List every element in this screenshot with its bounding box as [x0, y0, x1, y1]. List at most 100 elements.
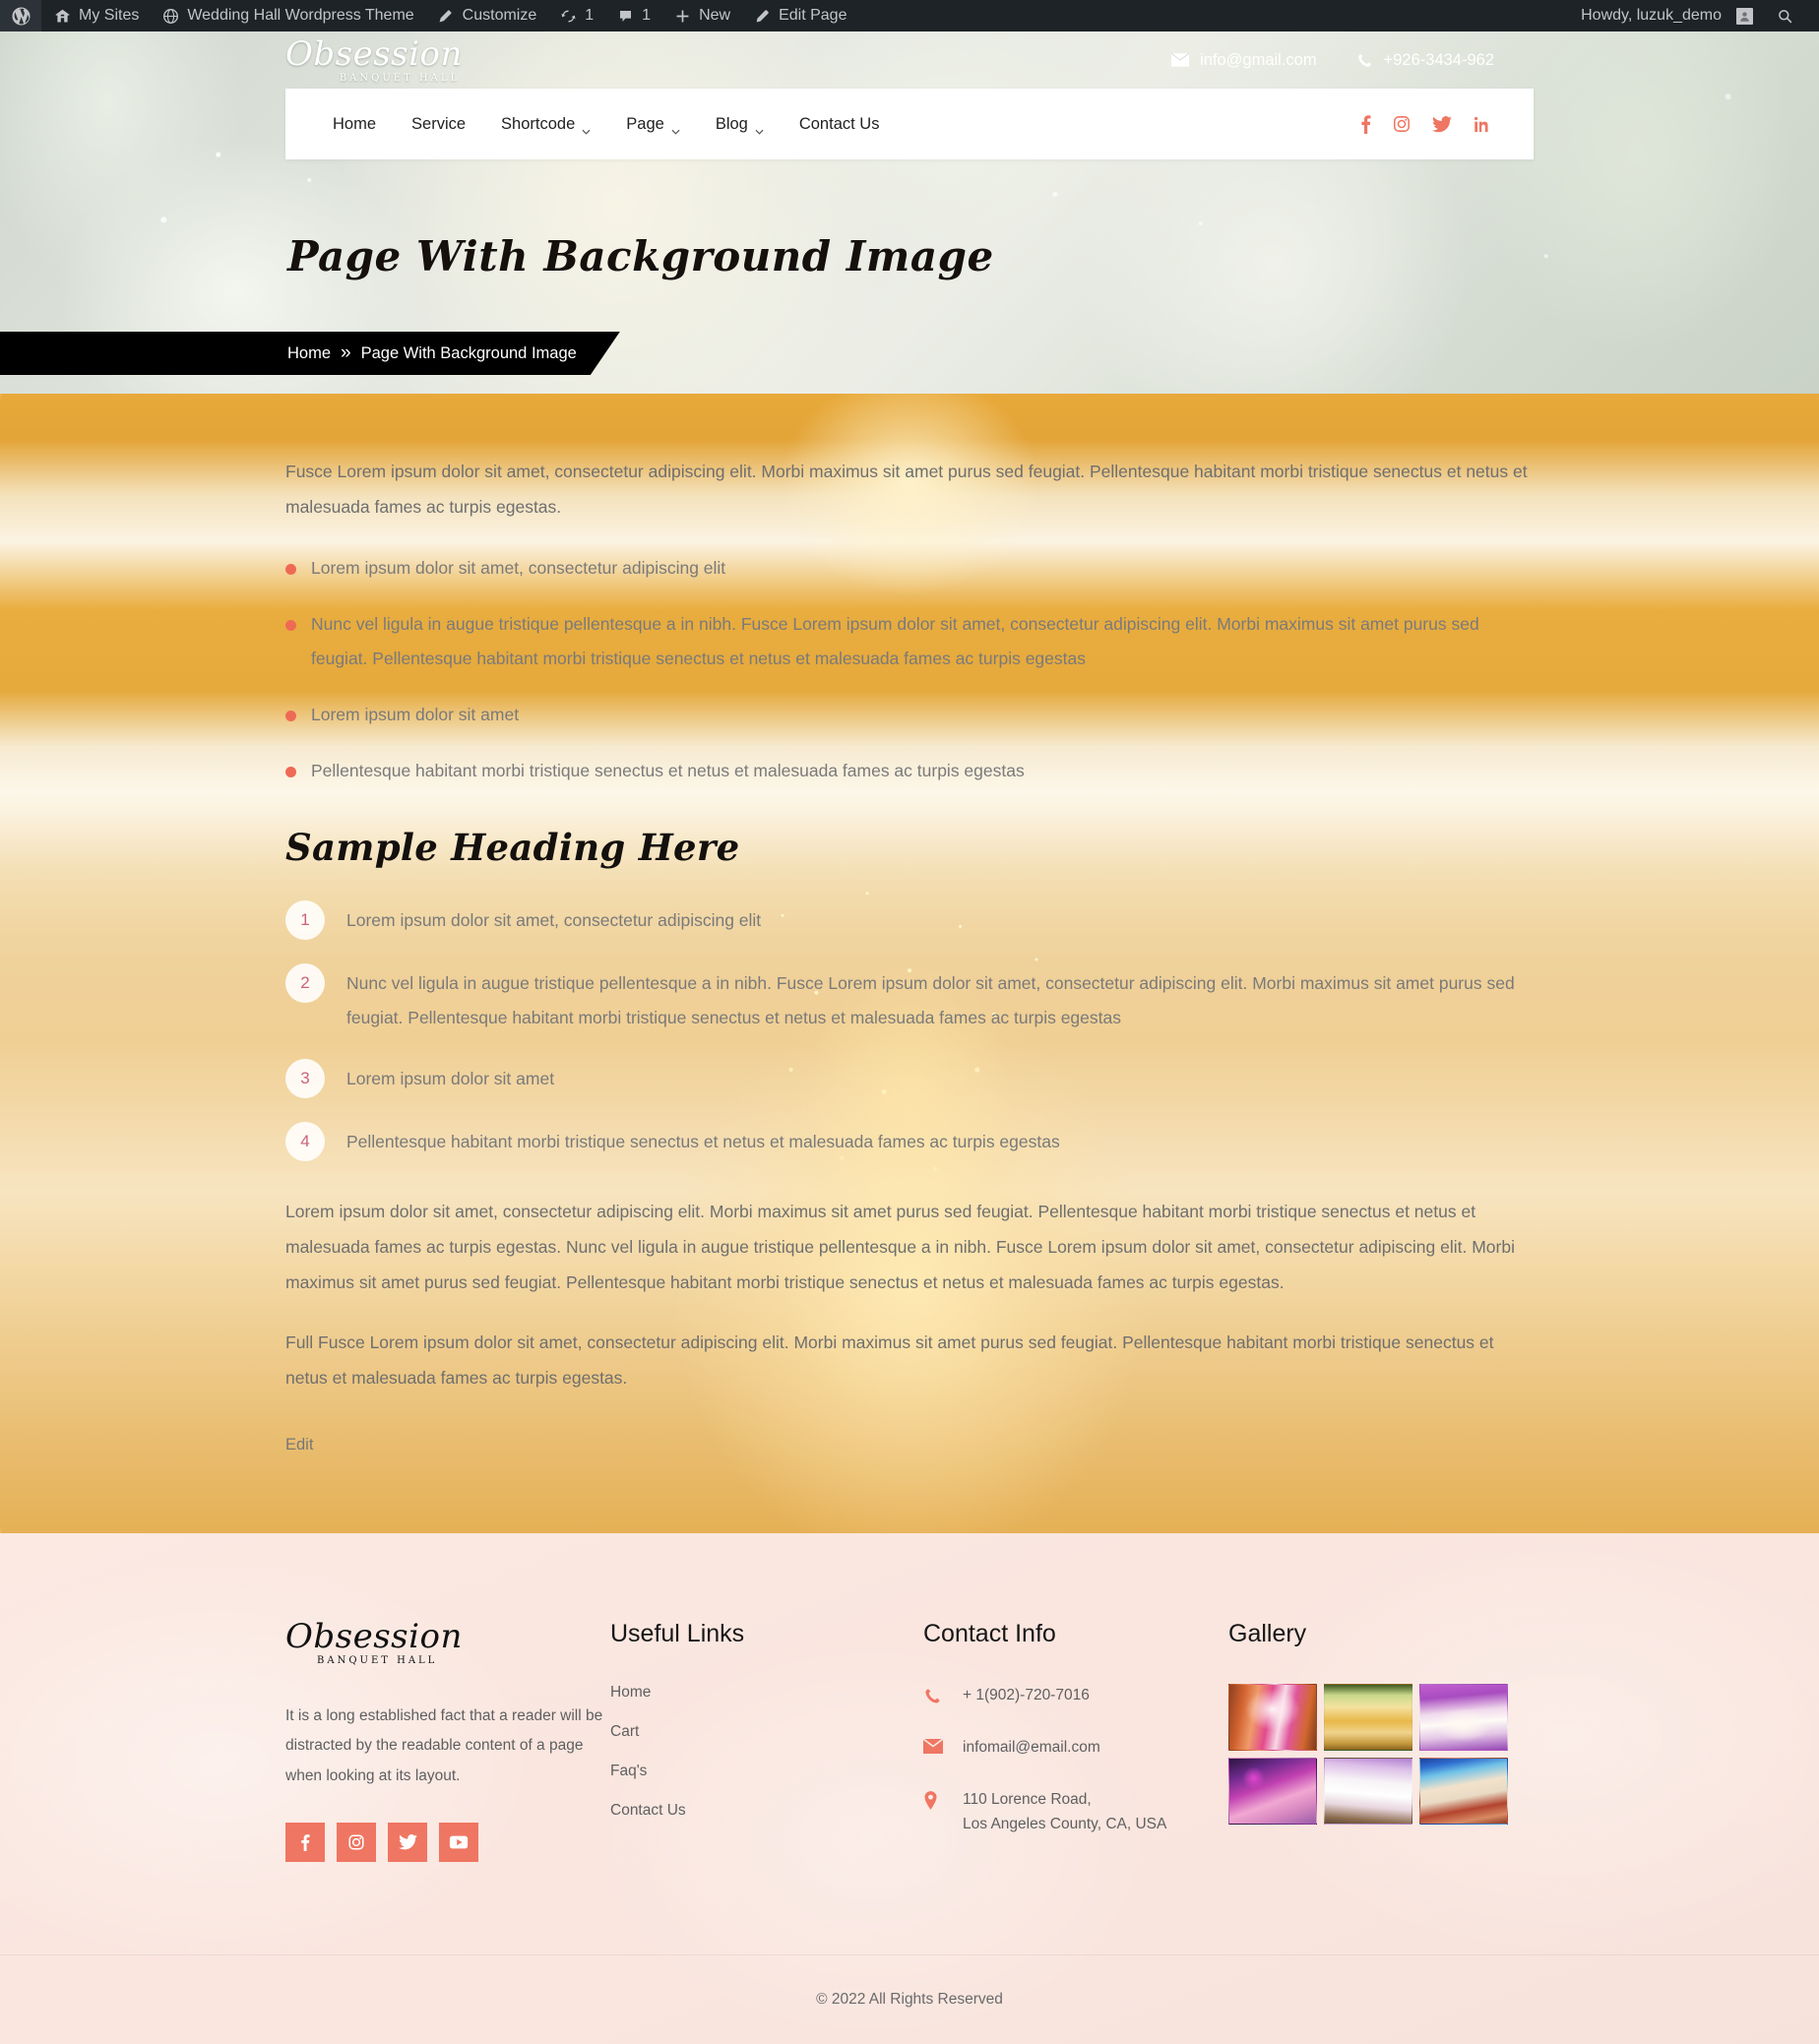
content-container: Fusce Lorem ipsum dolor sit amet, consec… [285, 455, 1534, 1455]
nav-label-home: Home [333, 114, 377, 133]
header-contacts: info@gmail.com +926-3434-962 [1171, 51, 1819, 70]
edit-post-link[interactable]: Edit [285, 1436, 313, 1455]
nav-label-contact-us: Contact Us [798, 114, 880, 133]
edit-page-button[interactable]: Edit Page [741, 0, 857, 31]
nav-label-service: Service [411, 114, 467, 133]
contact-phone-text: + 1(902)-720-7016 [963, 1687, 1090, 1704]
my-sites-menu[interactable]: My Sites [41, 0, 150, 31]
nav-item-blog[interactable]: Blog [698, 115, 782, 135]
facebook-icon[interactable] [285, 1822, 325, 1862]
intro-paragraph: Fusce Lorem ipsum dolor sit amet, consec… [285, 462, 1528, 517]
bullet-list-item: Nunc vel ligula in augue tristique pelle… [285, 607, 1534, 676]
gallery-image-3[interactable] [1419, 1684, 1508, 1752]
admin-search-button[interactable] [1764, 0, 1805, 31]
numbered-list-text: Lorem ipsum dolor sit amet, consectetur … [346, 909, 762, 930]
nav-item-shortcode[interactable]: Shortcode [483, 114, 608, 135]
contact-info-title: Contact Info [923, 1620, 1056, 1648]
breadcrumb-wrapper: Home » Page With Background Image [0, 332, 1819, 375]
customize-icon [436, 6, 456, 26]
comments-icon [615, 6, 635, 26]
linkedin-icon[interactable] [1474, 116, 1490, 133]
comments-count: 1 [642, 7, 652, 24]
customize-button[interactable]: Customize [425, 0, 548, 31]
numbered-list-item: 4 Pellentesque habitant morbi tristique … [285, 1120, 1534, 1161]
wordpress-logo-button[interactable] [0, 0, 41, 31]
footer-logo-sub-text: BANQUET HALL [317, 1655, 438, 1667]
site-logo[interactable]: Obsession BANQUET HALL [285, 37, 482, 84]
phone-icon [923, 1684, 943, 1705]
gallery-image-2[interactable] [1324, 1684, 1412, 1752]
wp-admin-bar: My Sites Wedding Hall Wordpress Theme Cu… [0, 0, 1819, 31]
numbered-list-text: Nunc vel ligula in augue tristique pelle… [346, 972, 1515, 1027]
updates-button[interactable]: 1 [547, 0, 604, 31]
footer-links-column: Useful Links Home Cart Faq's Contact Us [610, 1620, 923, 1864]
contact-info-list: + 1(902)-720-7016 infomail@email.com 110… [923, 1684, 1228, 1836]
nav-item-contact-us[interactable]: Contact Us [782, 115, 898, 134]
account-menu[interactable]: Howdy, luzuk_demo [1570, 0, 1764, 31]
bullet-list: Lorem ipsum dolor sit amet, consectetur … [285, 551, 1534, 788]
footer-copyright: © 2022 All Rights Reserved [0, 1954, 1819, 2044]
main-navigation: Home Service Shortcode Page Blog Contact… [285, 89, 1534, 159]
updates-count: 1 [585, 7, 595, 24]
header-email-text: info@gmail.com [1200, 50, 1317, 69]
footer-link-faqs[interactable]: Faq's [610, 1763, 923, 1780]
contact-phone-row[interactable]: + 1(902)-720-7016 [923, 1684, 1228, 1708]
new-content-button[interactable]: New [661, 0, 741, 31]
chevron-down-icon [671, 121, 680, 135]
plus-icon [672, 6, 692, 26]
nav-item-page[interactable]: Page [608, 114, 698, 135]
header-phone[interactable]: +926-3434-962 [1356, 51, 1494, 70]
page-title: Page With Background Image [287, 232, 994, 280]
nav-item-home[interactable]: Home [315, 115, 394, 134]
body-paragraph-2: Full Fusce Lorem ipsum dolor sit amet, c… [285, 1332, 1494, 1389]
instagram-icon[interactable] [337, 1822, 376, 1862]
header-email[interactable]: info@gmail.com [1171, 51, 1317, 70]
footer-link-cart[interactable]: Cart [610, 1723, 923, 1741]
logo-sub-text: BANQUET HALL [339, 72, 461, 84]
howdy-label: Howdy, luzuk_demo [1581, 7, 1722, 24]
facebook-icon[interactable] [1360, 114, 1371, 134]
hero-banner: Obsession BANQUET HALL info@gmail.com +9… [0, 31, 1819, 394]
breadcrumb-separator-icon: » [341, 342, 351, 363]
site-name-menu[interactable]: Wedding Hall Wordpress Theme [150, 0, 424, 31]
site-name-label: Wedding Hall Wordpress Theme [187, 7, 414, 24]
nav-label-shortcode: Shortcode [501, 114, 576, 133]
breadcrumb-home-link[interactable]: Home [287, 344, 331, 363]
breadcrumb: Home » Page With Background Image [0, 332, 620, 375]
chevron-down-icon [582, 121, 591, 135]
footer-link-contact-us[interactable]: Contact Us [610, 1802, 923, 1820]
bullet-list-item: Lorem ipsum dolor sit amet [285, 698, 1534, 732]
numbered-list-item: 2 Nunc vel ligula in augue tristique pel… [285, 961, 1534, 1035]
footer-columns: Obsession BANQUET HALL It is a long esta… [285, 1620, 1534, 1864]
gallery-image-5[interactable] [1324, 1758, 1412, 1826]
twitter-icon[interactable] [1432, 115, 1452, 133]
gallery-image-6[interactable] [1419, 1758, 1508, 1826]
footer-logo[interactable]: Obsession BANQUET HALL [285, 1620, 610, 1666]
new-label: New [699, 7, 731, 24]
gallery-grid [1228, 1684, 1534, 1826]
page-content: Fusce Lorem ipsum dolor sit amet, consec… [0, 394, 1819, 1534]
wordpress-icon [11, 6, 31, 26]
contact-email-text: infomail@email.com [963, 1738, 1100, 1756]
gallery-image-1[interactable] [1228, 1684, 1317, 1752]
nav-label-page: Page [626, 114, 664, 133]
list-number-badge: 1 [285, 899, 325, 940]
sample-heading: Sample Heading Here [285, 825, 740, 869]
search-icon [1775, 6, 1794, 26]
admin-bar-right-group: Howdy, luzuk_demo [1570, 0, 1819, 31]
footer-logo-main-text: Obsession [285, 1617, 463, 1657]
contact-address-row: 110 Lorence Road, Los Angeles County, CA… [923, 1788, 1228, 1837]
gallery-image-4[interactable] [1228, 1758, 1317, 1826]
instagram-icon[interactable] [1393, 115, 1411, 133]
twitter-icon[interactable] [388, 1822, 427, 1862]
numbered-list-item: 1 Lorem ipsum dolor sit amet, consectetu… [285, 898, 1534, 940]
comments-button[interactable]: 1 [604, 0, 661, 31]
nav-item-service[interactable]: Service [394, 115, 483, 134]
bullet-list-item: Pellentesque habitant morbi tristique se… [285, 754, 1534, 788]
customize-label: Customize [462, 7, 537, 24]
footer-gallery-column: Gallery [1228, 1620, 1534, 1864]
footer-link-home[interactable]: Home [610, 1684, 923, 1702]
contact-email-row[interactable]: infomail@email.com [923, 1736, 1228, 1761]
footer-contact-column: Contact Info + 1(902)-720-7016 infomail@… [923, 1620, 1228, 1864]
youtube-icon[interactable] [439, 1822, 478, 1862]
